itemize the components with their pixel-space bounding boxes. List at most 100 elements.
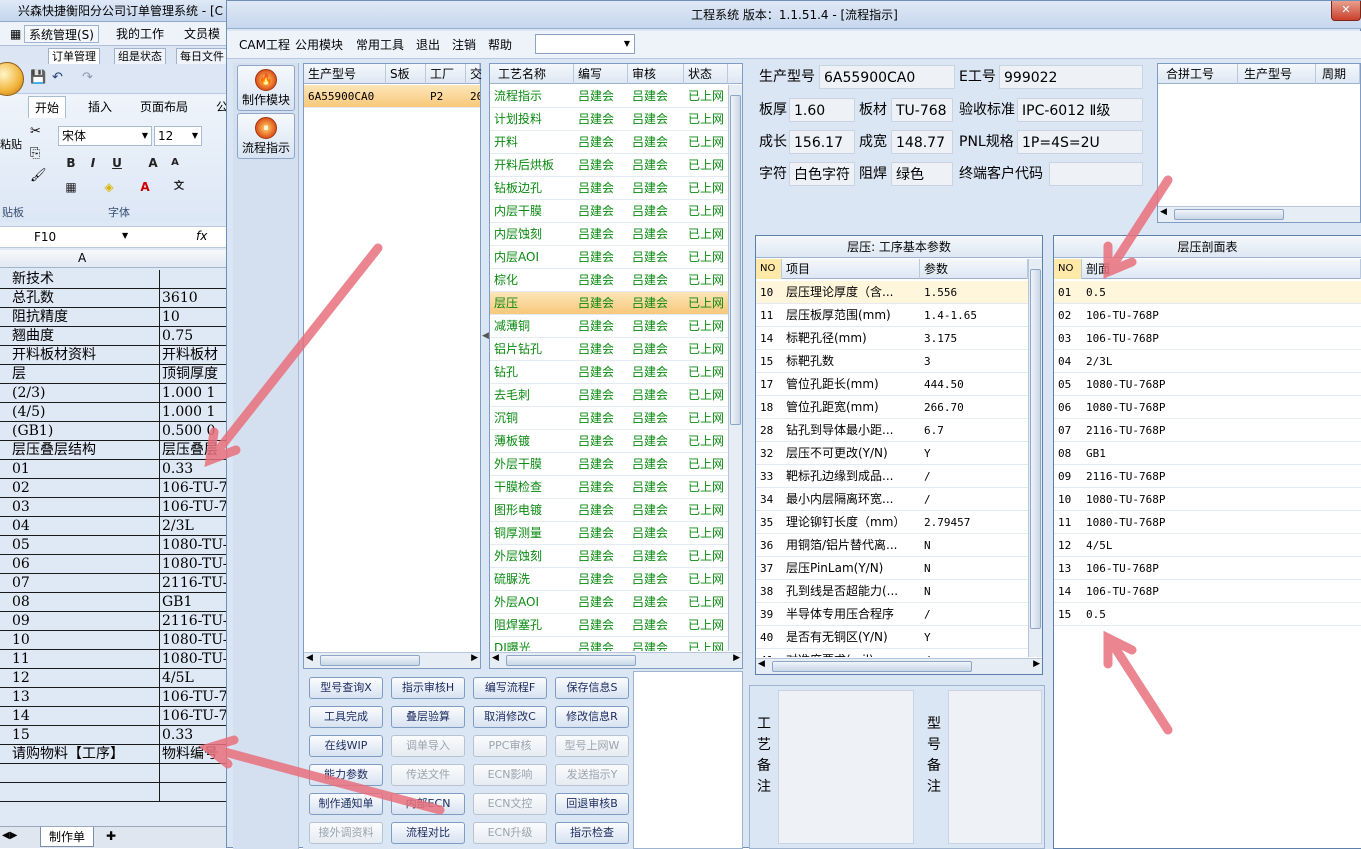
table-row[interactable]: 阻焊塞孔 吕建会 吕建会 已上网 bbox=[490, 614, 728, 637]
table-row[interactable]: 14 106-TU-768P bbox=[1054, 580, 1361, 603]
sheet-row[interactable]: 层压叠层结构 层压叠层 bbox=[0, 441, 240, 460]
sheet-nav-icon[interactable]: ◀▶ bbox=[2, 830, 17, 841]
menu-cam[interactable]: CAM工程 bbox=[239, 37, 290, 53]
office-button-icon[interactable] bbox=[0, 62, 24, 96]
sheet-row[interactable] bbox=[0, 783, 240, 802]
menu-common-module[interactable]: 公用模块 bbox=[295, 37, 343, 53]
table-row[interactable]: 外层干膜 吕建会 吕建会 已上网 bbox=[490, 453, 728, 476]
table-row[interactable]: 铝片钻孔 吕建会 吕建会 已上网 bbox=[490, 338, 728, 361]
cell-a[interactable]: 07 bbox=[10, 574, 160, 593]
cell-a[interactable]: 层压叠层结构 bbox=[10, 441, 160, 460]
format-painter-icon[interactable]: 🖌 bbox=[30, 168, 47, 183]
cell-a[interactable]: 11 bbox=[10, 650, 160, 669]
scroll-thumb[interactable] bbox=[1030, 269, 1041, 629]
col-no[interactable]: NO bbox=[756, 259, 782, 279]
table-row[interactable]: 38 孔到线是否超能力(... N bbox=[756, 580, 1028, 603]
bg-doc-tab-orders[interactable]: 订单管理 bbox=[48, 48, 100, 64]
sheet-row[interactable]: 09 2116-TU- bbox=[0, 612, 240, 631]
table-row[interactable]: 18 管位孔距宽(mm) 266.70 bbox=[756, 396, 1028, 419]
table-row[interactable]: 6A55900CA0 P2 20 bbox=[304, 85, 480, 108]
col-merge-eno[interactable]: 合拼工号 bbox=[1158, 64, 1238, 84]
bg-menu-clerk[interactable]: 文员模 bbox=[180, 25, 224, 43]
action-button[interactable]: 叠层验算 bbox=[391, 706, 465, 728]
table-row[interactable]: 开料后烘板 吕建会 吕建会 已上网 bbox=[490, 154, 728, 177]
table-row[interactable]: 图形电镀 吕建会 吕建会 已上网 bbox=[490, 499, 728, 522]
sheet-row[interactable]: 开料板材资料 开料板材 bbox=[0, 346, 240, 365]
cell-a[interactable]: 05 bbox=[10, 536, 160, 555]
table-row[interactable]: 28 钻孔到导体最小距... 6.7 bbox=[756, 419, 1028, 442]
param-grid-vscroll[interactable] bbox=[1028, 259, 1042, 657]
col-merge-period[interactable]: 周期 bbox=[1316, 64, 1360, 84]
table-row[interactable]: 36 用铜箔/铝片替代离... N bbox=[756, 534, 1028, 557]
table-row[interactable]: 13 106-TU-768P bbox=[1054, 557, 1361, 580]
table-row[interactable]: 层压 吕建会 吕建会 已上网 bbox=[490, 292, 728, 315]
cell-a[interactable]: 09 bbox=[10, 612, 160, 631]
table-row[interactable]: 39 半导体专用压合程序 / bbox=[756, 603, 1028, 626]
table-row[interactable]: 钻板边孔 吕建会 吕建会 已上网 bbox=[490, 177, 728, 200]
action-button[interactable]: 接外调资料 bbox=[309, 822, 383, 844]
table-row[interactable]: DI曝光 吕建会 吕建会 已上网 bbox=[490, 637, 728, 651]
chevron-down-icon[interactable]: ▼ bbox=[122, 231, 128, 240]
table-row[interactable]: 开料 吕建会 吕建会 已上网 bbox=[490, 131, 728, 154]
table-row[interactable]: 05 1080-TU-768P bbox=[1054, 373, 1361, 396]
name-box[interactable]: F10 bbox=[34, 230, 56, 244]
sheet-row[interactable]: 新技术 bbox=[0, 270, 240, 289]
process-grid-hscroll[interactable]: ◀ ▶ bbox=[490, 652, 742, 668]
table-row[interactable]: 33 靶标孔边缘到成品... / bbox=[756, 465, 1028, 488]
redo-icon[interactable]: ↷ bbox=[82, 70, 93, 85]
sheet-row[interactable]: 01 0.33 bbox=[0, 460, 240, 479]
table-row[interactable]: 10 1080-TU-768P bbox=[1054, 488, 1361, 511]
scroll-thumb[interactable] bbox=[730, 95, 741, 425]
cell-a[interactable]: 总孔数 bbox=[10, 289, 160, 308]
sheet-row[interactable]: 总孔数 3610 bbox=[0, 289, 240, 308]
action-button[interactable]: 传送文件 bbox=[391, 764, 465, 786]
splitter-icon[interactable]: ◀ bbox=[482, 331, 489, 341]
scroll-left-icon[interactable]: ◀ bbox=[306, 653, 313, 663]
col-reviewer[interactable]: 审核 bbox=[628, 64, 684, 84]
cell-a[interactable]: 新技术 bbox=[10, 270, 160, 289]
table-row[interactable]: 内层干膜 吕建会 吕建会 已上网 bbox=[490, 200, 728, 223]
col-writer[interactable]: 编写 bbox=[574, 64, 628, 84]
bg-menu-mywork[interactable]: 我的工作 bbox=[112, 25, 168, 43]
scroll-thumb[interactable] bbox=[506, 655, 636, 666]
table-row[interactable]: 去毛刺 吕建会 吕建会 已上网 bbox=[490, 384, 728, 407]
param-grid-hscroll[interactable]: ◀ ▶ bbox=[756, 658, 1042, 674]
paste-button[interactable]: 粘贴 bbox=[0, 136, 22, 152]
table-row[interactable]: 外层AOI 吕建会 吕建会 已上网 bbox=[490, 591, 728, 614]
cell-a[interactable]: 请购物料【工序】 bbox=[10, 745, 160, 764]
sheet-row[interactable]: 翘曲度 0.75 bbox=[0, 327, 240, 346]
col-status[interactable]: 状态 bbox=[684, 64, 728, 84]
bg-menu-system[interactable]: 系统管理(S) bbox=[24, 25, 99, 43]
action-button[interactable]: PPC审核 bbox=[473, 735, 547, 757]
table-row[interactable]: 07 2116-TU-768P bbox=[1054, 419, 1361, 442]
cut-icon[interactable]: ✂ bbox=[30, 124, 41, 139]
bg-doc-tab-status[interactable]: 组是状态 bbox=[114, 48, 166, 64]
table-row[interactable]: 15 标靶孔数 3 bbox=[756, 350, 1028, 373]
italic-icon[interactable]: I bbox=[84, 154, 102, 172]
sheet-row[interactable]: 10 1080-TU- bbox=[0, 631, 240, 650]
cell-a[interactable]: (4/5) bbox=[10, 403, 160, 422]
action-button[interactable]: 保存信息S bbox=[555, 677, 629, 699]
action-button[interactable]: 调单导入 bbox=[391, 735, 465, 757]
scroll-left-icon[interactable]: ◀ bbox=[758, 659, 765, 669]
sheet-row[interactable]: (4/5) 1.000 1 bbox=[0, 403, 240, 422]
font-color-icon[interactable]: A bbox=[136, 178, 154, 196]
sheet-row[interactable]: 12 4/5L bbox=[0, 669, 240, 688]
cell-a[interactable] bbox=[10, 783, 160, 802]
cell-a[interactable]: 阻抗精度 bbox=[10, 308, 160, 327]
table-row[interactable]: 铜厚测量 吕建会 吕建会 已上网 bbox=[490, 522, 728, 545]
column-a-header[interactable]: A bbox=[78, 251, 86, 265]
table-row[interactable]: 17 管位孔距长(mm) 444.50 bbox=[756, 373, 1028, 396]
table-row[interactable]: 钻孔 吕建会 吕建会 已上网 bbox=[490, 361, 728, 384]
cell-a[interactable]: 14 bbox=[10, 707, 160, 726]
table-row[interactable]: 01 0.5 bbox=[1054, 281, 1361, 304]
copy-icon[interactable]: ⎘ bbox=[30, 146, 40, 161]
sheet-row[interactable]: (2/3) 1.000 1 bbox=[0, 384, 240, 403]
sheet-row[interactable]: 07 2116-TU- bbox=[0, 574, 240, 593]
process-note-box[interactable] bbox=[778, 690, 914, 844]
scroll-right-icon[interactable]: ▶ bbox=[471, 653, 478, 663]
action-button[interactable]: 修改信息R bbox=[555, 706, 629, 728]
save-icon[interactable]: 💾 bbox=[30, 70, 46, 85]
sheet-row[interactable]: 阻抗精度 10 bbox=[0, 308, 240, 327]
table-row[interactable]: 薄板镀 吕建会 吕建会 已上网 bbox=[490, 430, 728, 453]
